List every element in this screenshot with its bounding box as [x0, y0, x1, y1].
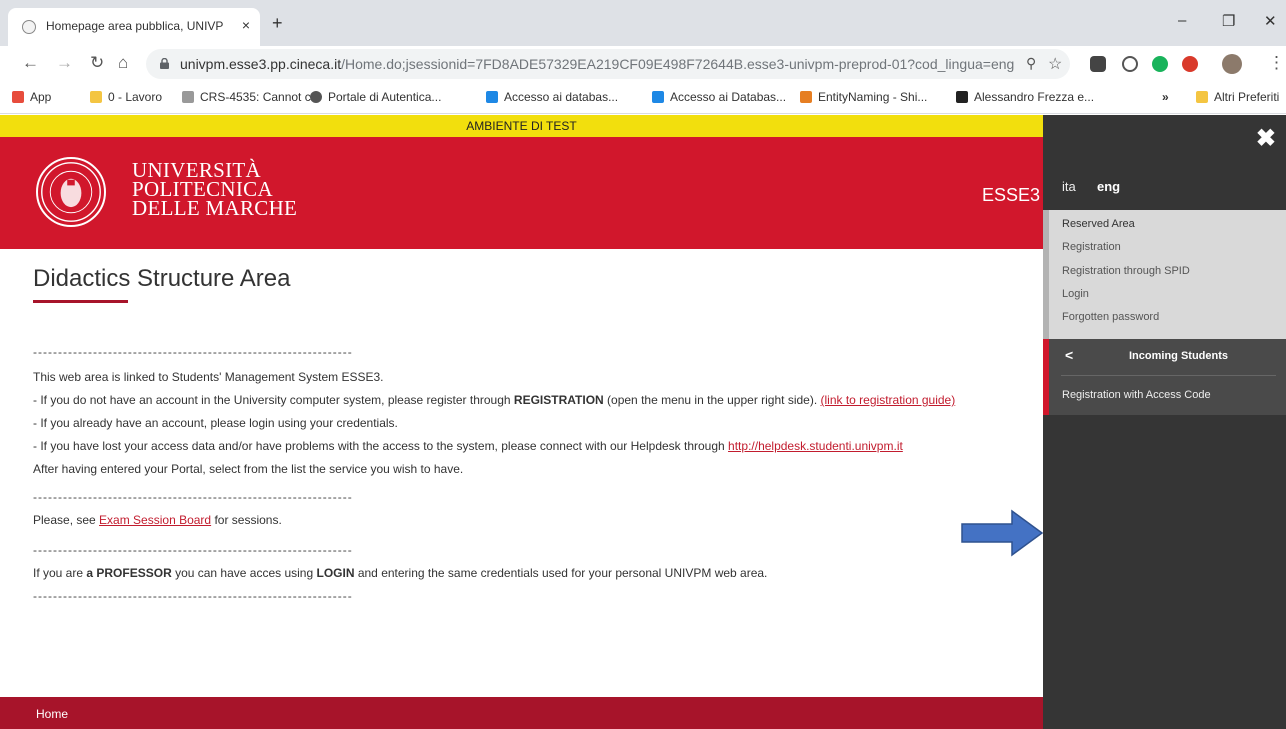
forward-icon[interactable]: → — [56, 54, 73, 72]
address-bar[interactable]: univpm.esse3.pp.cineca.it/Home.do;jsessi… — [146, 49, 1070, 79]
test-environment-banner: AMBIENTE DI TEST — [0, 115, 1043, 137]
info-line: This web area is linked to Students' Man… — [33, 370, 384, 384]
divider — [1061, 375, 1276, 376]
bookmark-item[interactable]: Alessandro Frezza e... — [956, 90, 1094, 104]
info-line: After having entered your Portal, select… — [33, 462, 464, 476]
site-footer: Home — [0, 697, 1043, 729]
restore-icon[interactable]: ❐ — [1222, 12, 1235, 30]
bookmark-label: 0 - Lavoro — [108, 90, 163, 104]
exam-session-board-link[interactable]: Exam Session Board — [99, 513, 211, 527]
new-tab-button[interactable]: + — [272, 14, 283, 32]
info-line: If you are a PROFESSOR you can have acce… — [33, 566, 768, 580]
site-header: UNIVERSITÀ POLITECNICA DELLE MARCHE ESSE… — [0, 137, 1043, 249]
menu-item-registration[interactable]: Registration — [1062, 241, 1121, 253]
logo-line: DELLE MARCHE — [132, 196, 298, 220]
back-icon[interactable]: ← — [22, 54, 39, 72]
other-bookmarks-folder[interactable]: Altri Preferiti — [1196, 90, 1279, 104]
extension-grammarly-icon[interactable] — [1152, 56, 1168, 72]
menu-item-forgotten-password[interactable]: Forgotten password — [1062, 311, 1159, 323]
separator-line: ----------------------------------------… — [33, 490, 353, 504]
profile-avatar[interactable] — [1222, 54, 1242, 74]
apps-grid-icon — [12, 91, 24, 103]
bookmark-favicon-icon — [310, 91, 322, 103]
incoming-students-heading: Incoming Students — [1129, 350, 1228, 362]
bookmark-favicon-icon — [800, 91, 812, 103]
annotation-arrow-icon — [961, 509, 1044, 557]
lock-icon — [160, 58, 169, 69]
menu-item-access-code[interactable]: Registration with Access Code — [1062, 389, 1211, 401]
bookmark-item[interactable]: App — [12, 90, 51, 104]
helpdesk-link[interactable]: http://helpdesk.studenti.univpm.it — [728, 439, 903, 453]
browser-tab[interactable]: Homepage area pubblica, UNIVP × — [8, 8, 260, 46]
chevron-left-icon[interactable]: < — [1065, 347, 1073, 363]
bookmark-favicon-icon — [182, 91, 194, 103]
bookmark-favicon-icon — [956, 91, 968, 103]
info-line: - If you already have an account, please… — [33, 416, 398, 430]
bookmarks-bar: App 0 - Lavoro CRS-4535: Cannot c... Por… — [0, 82, 1286, 114]
bookmark-label: Altri Preferiti — [1214, 90, 1280, 104]
bookmark-item[interactable]: Accesso ai Databas... — [652, 90, 786, 104]
header-system-name: ESSE3 S — [982, 185, 1043, 205]
side-menu-panel: ✖ ita eng Reserved Area Registration Reg… — [1043, 115, 1286, 729]
bookmark-label: Accesso ai databas... — [504, 90, 619, 104]
separator-line: ----------------------------------------… — [33, 543, 353, 557]
registration-guide-link[interactable]: (link to registration guide) — [821, 393, 956, 407]
bookmark-item[interactable]: EntityNaming - Shi... — [800, 90, 927, 104]
tab-close-icon[interactable]: × — [242, 17, 250, 33]
reload-icon[interactable]: ↻ — [90, 54, 104, 72]
tab-title: Homepage area pubblica, UNIVP — [46, 19, 224, 33]
web-page: AMBIENTE DI TEST UNIVERSITÀ POLITECNICA … — [0, 115, 1286, 729]
bookmark-item[interactable]: CRS-4535: Cannot c... — [182, 90, 321, 104]
page-title: Didactics Structure Area — [33, 265, 291, 292]
title-underline — [33, 300, 128, 303]
section-indicator — [1043, 210, 1049, 339]
language-eng-link[interactable]: eng — [1097, 179, 1120, 194]
info-line: - If you have lost your access data and/… — [33, 439, 903, 453]
main-content: Didactics Structure Area ---------------… — [33, 265, 1033, 603]
bookmark-label: CRS-4535: Cannot c... — [200, 90, 321, 104]
bookmark-item[interactable]: Accesso ai databas... — [486, 90, 618, 104]
info-line: Please, see Exam Session Board for sessi… — [33, 513, 282, 527]
minimize-icon[interactable]: – — [1178, 12, 1186, 29]
bookmark-item[interactable]: Portale di Autentica... — [310, 90, 441, 104]
bookmarks-more-button[interactable]: » — [1162, 90, 1169, 104]
info-line: - If you do not have an account in the U… — [33, 393, 956, 407]
language-ita-link[interactable]: ita — [1062, 179, 1076, 194]
browser-toolbar: ← → ↻ ⌂ univpm.esse3.pp.cineca.it/Home.d… — [0, 46, 1286, 82]
university-seal-icon[interactable] — [36, 157, 106, 227]
bookmark-label: App — [30, 90, 52, 104]
bookmark-favicon-icon — [486, 91, 498, 103]
menu-item-spid[interactable]: Registration through SPID — [1062, 265, 1190, 277]
extension-circle-icon[interactable] — [1122, 56, 1138, 72]
browser-menu-icon[interactable]: ⋮ — [1268, 54, 1285, 72]
bookmark-label: Accesso ai Databas... — [670, 90, 787, 104]
close-menu-icon[interactable]: ✖ — [1256, 127, 1276, 151]
menu-item-login[interactable]: Login — [1062, 288, 1089, 300]
extension-pocket-icon[interactable] — [1090, 56, 1106, 72]
bookmark-label: EntityNaming - Shi... — [818, 90, 928, 104]
separator-line: ----------------------------------------… — [33, 589, 353, 603]
url-text: univpm.esse3.pp.cineca.it/Home.do;jsessi… — [180, 56, 1015, 72]
bookmark-label: Alessandro Frezza e... — [974, 90, 1095, 104]
site-favicon-icon — [22, 20, 36, 34]
bookmark-item[interactable]: 0 - Lavoro — [90, 90, 162, 104]
university-logo-text[interactable]: UNIVERSITÀ POLITECNICA DELLE MARCHE — [132, 160, 298, 220]
window-close-icon[interactable]: ✕ — [1264, 12, 1277, 30]
bookmark-star-icon[interactable]: ☆ — [1048, 54, 1062, 74]
separator-line: ----------------------------------------… — [33, 345, 353, 359]
extension-adblock-icon[interactable] — [1182, 56, 1198, 72]
bookmark-favicon-icon — [652, 91, 664, 103]
home-icon[interactable]: ⌂ — [118, 54, 128, 72]
section-indicator — [1043, 339, 1049, 415]
reserved-area-heading[interactable]: Reserved Area — [1062, 218, 1135, 230]
reserved-area-section: Reserved Area Registration Registration … — [1043, 210, 1286, 339]
incoming-students-section: < Incoming Students Registration with Ac… — [1043, 339, 1286, 415]
footer-home-link[interactable]: Home — [36, 707, 68, 721]
folder-icon — [1196, 91, 1208, 103]
bookmark-label: Portale di Autentica... — [328, 90, 442, 104]
folder-icon — [90, 91, 102, 103]
search-zoom-icon[interactable]: ⚲ — [1026, 55, 1036, 72]
browser-tab-strip: Homepage area pubblica, UNIVP × + – ❐ ✕ — [0, 0, 1286, 46]
